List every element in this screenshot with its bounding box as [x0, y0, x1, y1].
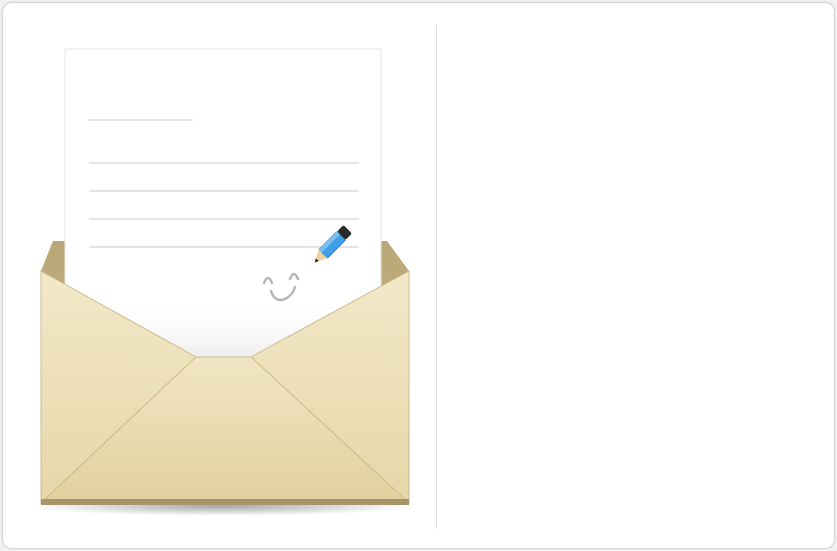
- vertical-divider: [436, 25, 437, 529]
- right-panel: [439, 25, 819, 529]
- envelope-icon: [31, 48, 411, 516]
- mail-illustration: [31, 41, 421, 521]
- dialog-card: [2, 2, 835, 549]
